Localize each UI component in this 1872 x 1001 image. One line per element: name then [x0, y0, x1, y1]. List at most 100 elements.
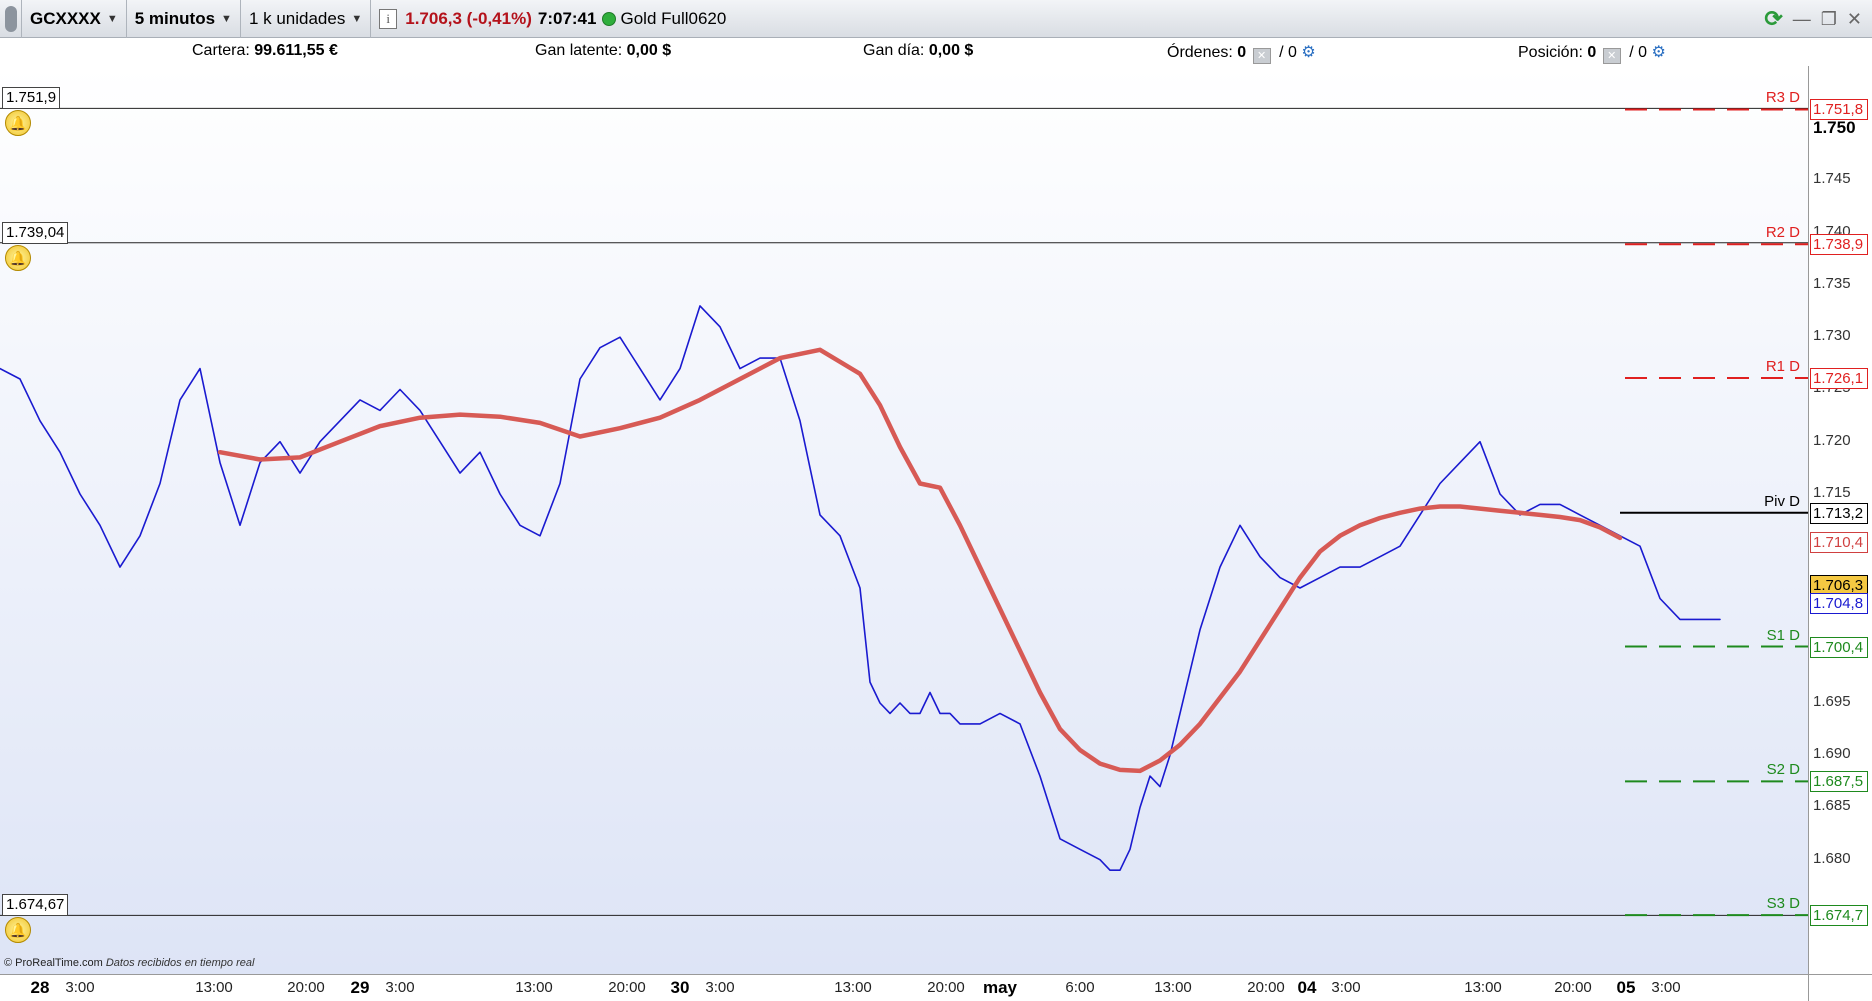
price-tick: 1.685: [1813, 797, 1851, 815]
gan-latente-label: Gan latente:: [535, 42, 623, 59]
price-tick: 1.690: [1813, 745, 1851, 763]
symbol-label: GCXXXX: [30, 8, 101, 28]
gear-icon[interactable]: ⚙: [1301, 44, 1315, 61]
time-tick: 20:00: [927, 979, 965, 996]
instrument-name: Gold Full0620: [620, 8, 727, 28]
series-price: [0, 305, 1721, 872]
posicion-pending: / 0: [1629, 44, 1647, 61]
time-tick: 20:00: [1554, 979, 1592, 996]
drag-handle-icon[interactable]: [0, 0, 22, 38]
credit: © ProRealTime.com Datos recibidos en tie…: [4, 957, 254, 969]
chart-canvas[interactable]: [0, 66, 1808, 974]
alert-line-label[interactable]: 1.751,9: [2, 87, 61, 110]
price-tick: 1.730: [1813, 327, 1851, 345]
gear-icon[interactable]: ⚙: [1651, 44, 1665, 61]
symbol-selector[interactable]: GCXXXX ▼: [22, 0, 127, 38]
gan-latente: Gan latente: 0,00 $: [535, 42, 671, 60]
restore-icon[interactable]: ❐: [1821, 9, 1837, 30]
time-tick: 3:00: [65, 979, 95, 996]
bell-icon[interactable]: 🔔: [5, 244, 31, 271]
price-badge: 1.710,4: [1810, 532, 1868, 554]
gan-latente-value: 0,00 $: [626, 42, 672, 59]
timeframe-selector[interactable]: 5 minutos ▼: [127, 0, 241, 38]
time-tick: 6:00: [1065, 979, 1095, 996]
price-badge: 1.704,8: [1810, 592, 1868, 614]
time-tick: 3:00: [705, 979, 735, 996]
refresh-icon[interactable]: ⟳: [1764, 6, 1782, 32]
time-tick: 3:00: [1651, 979, 1681, 996]
time-tick: 13:00: [1464, 979, 1502, 996]
account-bar: Cartera: 99.611,55 € Gan latente: 0,00 $…: [0, 38, 1872, 67]
cancel-orders-icon[interactable]: ✕: [1252, 48, 1271, 64]
pivot-value-badge: 1.713,2: [1810, 502, 1868, 524]
pivot-name: S1 D: [1766, 626, 1800, 644]
pivot-name: R2 D: [1765, 224, 1800, 242]
pivot-name: Piv D: [1764, 492, 1800, 510]
quote-info: i 1.706,3 (-0,41%) 7:07:41 Gold Full0620: [371, 0, 734, 38]
ordenes-value: 0: [1237, 44, 1247, 61]
gan-dia-value: 0,00 $: [928, 42, 974, 59]
price-chart[interactable]: 1.751,9 🔔 1.739,04 🔔 1.674,67 🔔 R3 D R2 D R1 DP…: [0, 66, 1808, 974]
toolbar: GCXXXX ▼ 5 minutos ▼ 1 k unidades ▼ i 1.…: [0, 0, 1872, 38]
price-tick: 1.695: [1813, 692, 1851, 710]
time-tick: 3:00: [1331, 979, 1361, 996]
pivot-name: R1 D: [1765, 357, 1800, 375]
time-tick: 28: [30, 978, 50, 997]
time-tick: 04: [1297, 978, 1317, 997]
time-tick: 20:00: [1247, 979, 1285, 996]
time-tick: 05: [1616, 978, 1636, 997]
posicion-value: 0: [1587, 44, 1597, 61]
time-tick: 13:00: [195, 979, 233, 996]
credit-note: Datos recibidos en tiempo real: [105, 957, 255, 969]
pivot-value-badge: 1.700,4: [1810, 636, 1868, 658]
pivot-value-badge: 1.726,1: [1810, 367, 1868, 389]
time-tick: 13:00: [834, 979, 872, 996]
gan-dia-label: Gan día:: [863, 42, 925, 59]
clock: 7:07:41: [537, 8, 597, 28]
time-tick: 29: [350, 978, 370, 997]
axis-corner: [1808, 974, 1872, 1001]
units-selector[interactable]: 1 k unidades ▼: [241, 0, 372, 38]
cartera: Cartera: 99.611,55 €: [192, 42, 338, 60]
pivot-name: S2 D: [1766, 761, 1800, 779]
time-tick: 3:00: [385, 979, 415, 996]
pivot-value-badge: 1.751,8: [1810, 99, 1868, 121]
time-tick: may: [982, 978, 1018, 997]
close-icon[interactable]: ✕: [1847, 9, 1862, 30]
ordenes-pending: / 0: [1279, 44, 1297, 61]
posicion-label: Posición:: [1518, 44, 1583, 61]
cartera-value: 99.611,55 €: [254, 42, 338, 59]
time-tick: 13:00: [1154, 979, 1192, 996]
time-axis[interactable]: 28 3:00 13:00 20:00 29 3:00 13:00 20:00 30 3:00 13…: [0, 974, 1808, 1001]
alert-line-label[interactable]: 1.674,67: [2, 894, 69, 917]
pivot-name: R3 D: [1765, 89, 1800, 107]
window-controls: ⟳ — ❐ ✕: [1764, 6, 1862, 32]
time-tick: 13:00: [515, 979, 553, 996]
price-change: 1.706,3 (-0,41%): [405, 8, 532, 28]
price-tick: 1.750: [1813, 118, 1856, 138]
time-tick: 20:00: [608, 979, 646, 996]
close-position-icon[interactable]: ✕: [1602, 48, 1621, 64]
minimize-icon[interactable]: —: [1793, 9, 1811, 30]
price-tick: 1.720: [1813, 431, 1851, 449]
price-tick: 1.715: [1813, 483, 1851, 501]
cartera-label: Cartera:: [192, 42, 250, 59]
ordenes-label: Órdenes:: [1167, 44, 1233, 61]
pivot-name: S3 D: [1766, 895, 1800, 913]
info-icon[interactable]: i: [379, 8, 398, 29]
chevron-down-icon: ▼: [221, 12, 232, 25]
credit-site: © ProRealTime.com: [4, 957, 103, 969]
price-axis[interactable]: 1.7501.7451.7401.7351.7301.7251.7201.715…: [1808, 66, 1872, 974]
chevron-down-icon: ▼: [106, 12, 118, 25]
pivot-value-badge: 1.674,7: [1810, 905, 1868, 927]
series-moving-average: [217, 347, 1623, 774]
posicion: Posición: 0 ✕ / 0 ⚙: [1518, 42, 1666, 64]
alert-line-label[interactable]: 1.739,04: [2, 221, 69, 244]
price-tick: 1.735: [1813, 274, 1851, 292]
chevron-down-icon: ▼: [351, 12, 363, 25]
pivot-value-badge: 1.687,5: [1810, 771, 1868, 793]
price-tick: 1.680: [1813, 849, 1851, 867]
units-label: 1 k unidades: [248, 8, 346, 28]
status-dot-icon: [602, 11, 617, 26]
ordenes: Órdenes: 0 ✕ / 0 ⚙: [1167, 42, 1316, 64]
